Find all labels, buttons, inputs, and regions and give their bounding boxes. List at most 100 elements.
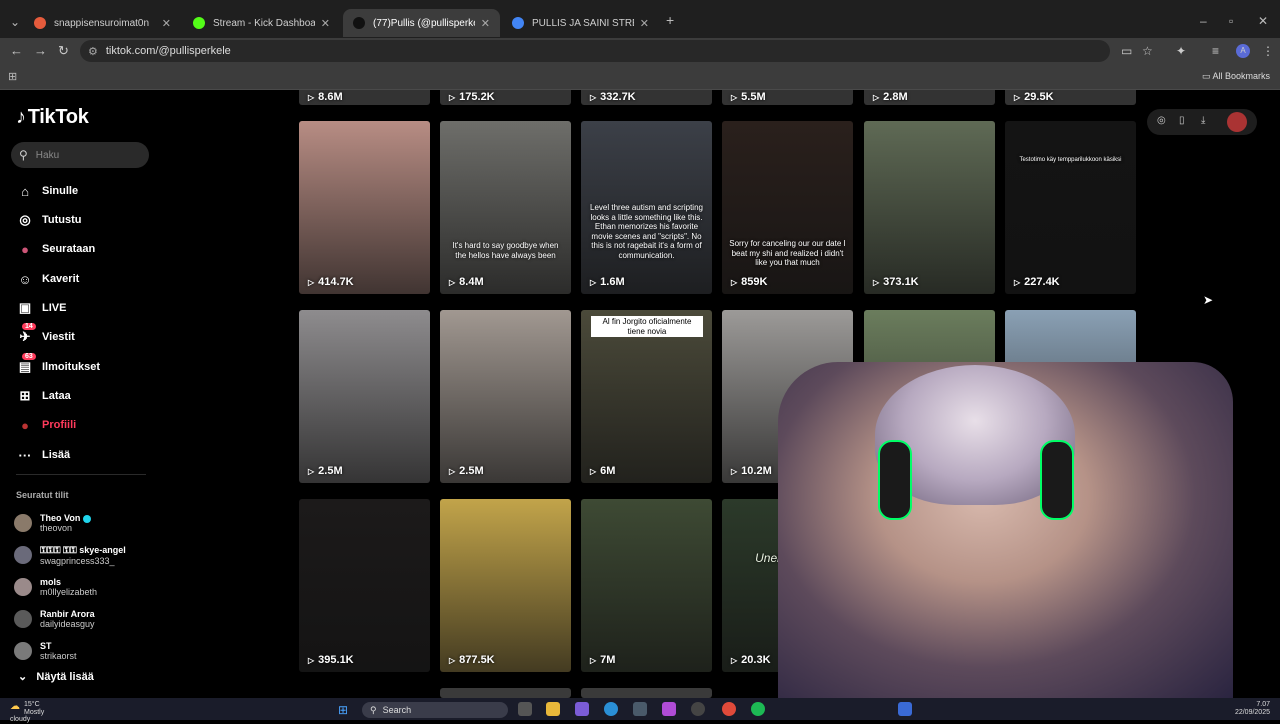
profile-icon: ● (21, 417, 29, 433)
play-icon: ▷ (308, 467, 315, 476)
play-icon: ▷ (449, 93, 456, 102)
sidebar-item-label: Kaverit (42, 273, 80, 285)
video-tile[interactable]: Level three autism and scripting looks a… (581, 121, 712, 294)
site-info-icon[interactable]: ⚙ (88, 45, 98, 58)
followed-account[interactable]: Ranbir Arora dailyideasguy (14, 604, 95, 634)
tab-close-icon[interactable]: ✕ (481, 17, 490, 30)
store-icon[interactable] (633, 702, 647, 716)
media-icon[interactable]: ≡ (1212, 44, 1219, 58)
sidebar-item-viestit[interactable]: ✈ 14 Viestit (16, 323, 75, 348)
video-tile[interactable]: It's hard to say goodbye when the hellos… (440, 121, 571, 294)
tab-close-icon[interactable]: ✕ (321, 17, 330, 30)
sidebar-item-tutustu[interactable]: ◎ Tutustu (16, 209, 81, 231)
address-bar[interactable]: ⚙ tiktok.com/@pullisperkele (80, 40, 1110, 62)
show-more-button[interactable]: ⌄ Näytä lisää (18, 670, 94, 683)
maximize-icon[interactable]: ▫ (1229, 14, 1233, 28)
extensions-icon[interactable]: ✦ (1176, 44, 1186, 58)
taskbar-search[interactable]: ⚲ Search (362, 702, 508, 718)
video-tile[interactable]: ▷ 5.5M (722, 90, 853, 105)
play-icon: ▷ (590, 278, 597, 287)
edge-icon[interactable] (604, 702, 618, 716)
file-explorer-icon[interactable] (546, 702, 560, 716)
followed-account[interactable]: ⚿⚿⚿ ⚿⚿ skye-angel swagprincess333_ (14, 540, 126, 570)
phone-icon[interactable]: ▯ (1179, 115, 1185, 126)
tab-close-icon[interactable]: ✕ (162, 17, 171, 30)
play-icon: ▷ (1014, 278, 1021, 287)
compass-icon[interactable]: ◎ (1157, 115, 1166, 126)
video-tile[interactable]: Al fin Jorgito oficialmente tiene novia ▷… (581, 310, 712, 483)
tab-close-icon[interactable]: ✕ (640, 17, 649, 30)
video-tile[interactable]: ▷ 2.8M (864, 90, 995, 105)
account-handle: theovon (40, 523, 73, 533)
followed-account[interactable]: Theo Von theovon (14, 508, 92, 538)
followed-account[interactable]: mols m0llyelizabeth (14, 572, 97, 602)
video-tile[interactable]: ▷ 877.5K (440, 499, 571, 672)
video-tile[interactable]: ▷ 2.5M (440, 310, 571, 483)
task-view-icon[interactable] (518, 702, 532, 716)
view-count: ▷ 7M (590, 654, 616, 666)
sidebar-item-live[interactable]: ▣ LIVE (16, 297, 67, 319)
sidebar-item-seurataan[interactable]: ● Seurataan (16, 238, 95, 260)
video-tile[interactable]: ▷ 175.2K (440, 90, 571, 105)
windows-start-icon[interactable]: ⊞ (338, 703, 348, 717)
sidebar-item-profiili[interactable]: ● Profiili (16, 414, 76, 436)
video-tile[interactable]: ▷ 29.5K (1005, 90, 1136, 105)
minimize-icon[interactable]: – (1200, 14, 1207, 28)
cast-icon[interactable]: ▭ (1121, 44, 1132, 58)
video-tile[interactable]: ▷ 7M (581, 499, 712, 672)
browser-tab[interactable]: snappisensuroimat0n ✕ (24, 9, 181, 37)
video-tile[interactable]: ▷ 414.7K (299, 121, 430, 294)
close-window-icon[interactable]: ✕ (1258, 14, 1268, 28)
app-icon[interactable] (575, 702, 589, 716)
bookmark-star-icon[interactable]: ☆ (1142, 44, 1153, 58)
video-tile[interactable]: ▷ 8.6M (299, 90, 430, 105)
tab-title: Stream - Kick Dashboard (213, 17, 315, 29)
chevron-down-icon: ⌄ (18, 671, 28, 683)
sidebar-item-label: Profiili (42, 419, 77, 431)
followed-account[interactable]: ST strikaorst (14, 636, 77, 666)
sidebar-item-lisää[interactable]: ··· Lisää (16, 444, 71, 466)
verified-icon (83, 514, 92, 523)
video-tile[interactable]: ▷ 395.1K (299, 499, 430, 672)
notification-badge: 63 (22, 353, 36, 360)
video-tile[interactable]: Sorry for canceling our our date I beat … (722, 121, 853, 294)
all-bookmarks-button[interactable]: ▭ All Bookmarks (1202, 71, 1270, 82)
following-accounts-title: Seuratut tilit (16, 490, 69, 500)
app-icon[interactable] (662, 702, 676, 716)
view-count: ▷ 414.7K (308, 276, 354, 288)
clock[interactable]: 7.07 22/09/2025 (1235, 701, 1270, 718)
download-icon[interactable]: ⤓ (1201, 115, 1205, 126)
video-tile[interactable]: ▷ 373.1K (864, 121, 995, 294)
video-tile[interactable]: ▷ 332.7K (581, 90, 712, 105)
obs-icon[interactable] (691, 702, 705, 716)
browser-tab[interactable]: Stream - Kick Dashboard ✕ (183, 9, 340, 37)
tiktok-page: ♪ TikTok ⚲ Haku ⌂ Sinulle ◎ Tutustu ● Seurataa… (0, 90, 1280, 698)
sidebar-item-sinulle[interactable]: ⌂ Sinulle (16, 180, 78, 202)
video-tile[interactable] (440, 688, 571, 698)
avatar[interactable] (1227, 112, 1247, 132)
play-icon: ▷ (308, 93, 315, 102)
back-icon[interactable]: ← (10, 43, 23, 58)
sidebar-item-lataa[interactable]: ⊞ Lataa (16, 385, 71, 407)
tab-search-icon[interactable]: ⌄ (10, 15, 20, 29)
menu-icon[interactable]: ⋮ (1262, 44, 1274, 58)
tiktok-logo[interactable]: ♪ TikTok (16, 106, 89, 129)
search-input[interactable]: ⚲ Haku (11, 142, 149, 168)
reload-icon[interactable]: ↻ (58, 43, 69, 59)
spotify-icon[interactable] (751, 702, 765, 716)
new-tab-button[interactable]: + (666, 12, 674, 28)
sidebar-item-kaverit[interactable]: ☺ Kaverit (16, 268, 79, 290)
profile-avatar-icon[interactable]: A (1236, 44, 1250, 58)
video-tile[interactable] (581, 688, 712, 698)
app-icon[interactable] (898, 702, 912, 716)
chrome-icon[interactable] (722, 702, 736, 716)
video-tile[interactable]: Testotimo käy tempparilukkoon käsiksi ▷ 22… (1005, 121, 1136, 294)
forward-icon[interactable]: → (34, 43, 47, 58)
sidebar-item-label: Lataa (42, 390, 71, 402)
sidebar-item-ilmoitukset[interactable]: ▤ 63 Ilmoitukset (16, 353, 100, 378)
browser-tab[interactable]: (77)Pullis (@pullisperkele) | TikT ✕ (343, 9, 500, 37)
apps-grid-icon[interactable]: ⊞ (8, 70, 17, 83)
browser-tab[interactable]: PULLIS JA SAINI STREAM - Goo ✕ (502, 9, 659, 37)
video-tile[interactable]: ▷ 2.5M (299, 310, 430, 483)
weather-widget[interactable]: ☁ 15°C Mostly cloudy (10, 701, 52, 724)
